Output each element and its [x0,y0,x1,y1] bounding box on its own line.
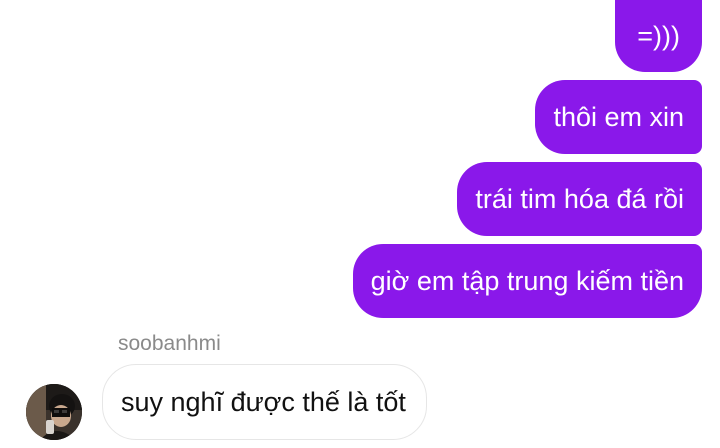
outgoing-message[interactable]: trái tim hóa đá rồi [457,162,702,236]
chat-thread: =))) thôi em xin trái tim hóa đá rồi giờ… [0,0,720,448]
avatar[interactable] [26,384,82,440]
message-text: suy nghĩ được thế là tốt [121,386,406,417]
incoming-message[interactable]: suy nghĩ được thế là tốt [102,364,427,440]
outgoing-message[interactable]: thôi em xin [535,80,702,154]
outgoing-message[interactable]: =))) [615,0,702,72]
profile-photo-icon [26,384,82,440]
message-text: =))) [637,20,680,51]
message-text: thôi em xin [553,101,684,132]
message-text: trái tim hóa đá rồi [475,183,684,214]
sender-name: soobanhmi [118,332,221,355]
outgoing-message[interactable]: giờ em tập trung kiếm tiền [352,244,702,318]
message-text: giờ em tập trung kiếm tiền [370,265,684,296]
